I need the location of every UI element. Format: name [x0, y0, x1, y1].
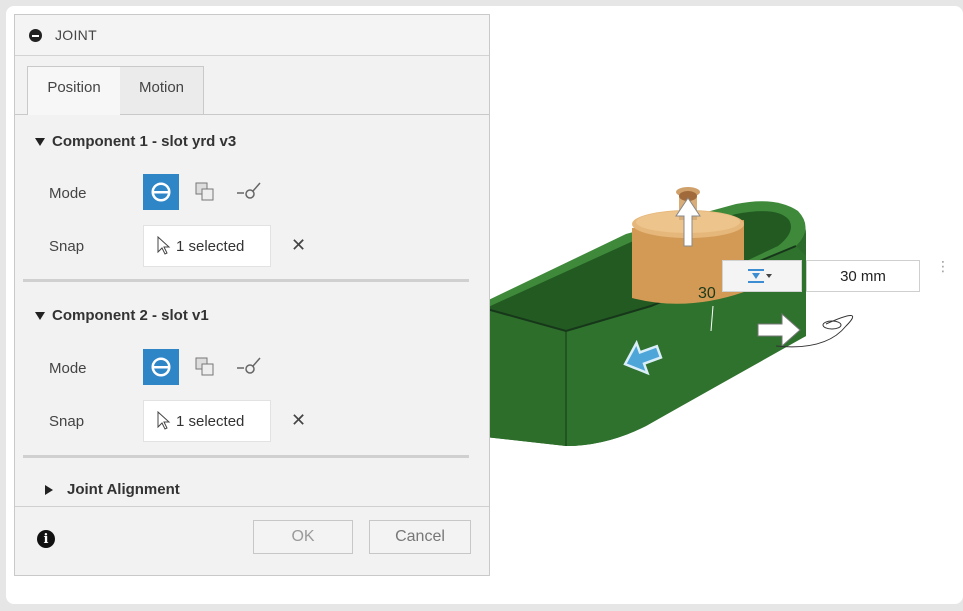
component2-snap-selection[interactable]: 1 selected	[143, 400, 271, 442]
dialog-footer: i OK Cancel	[15, 506, 489, 575]
component1-mode-buttons	[143, 174, 275, 210]
component2-mode-label: Mode	[49, 360, 87, 377]
edge-intersection-icon	[237, 357, 261, 374]
component2-snap-label: Snap	[49, 413, 85, 430]
cursor-arrow-icon	[157, 236, 171, 255]
tab-position[interactable]: Position	[27, 66, 121, 115]
section-divider	[23, 455, 469, 458]
dialog-title: JOINT	[55, 27, 97, 43]
component1-snap-selection[interactable]: 1 selected	[143, 225, 271, 267]
component1-title: Component 1 - slot yrd v3	[52, 133, 237, 150]
simple-mode-button[interactable]	[143, 174, 179, 210]
expand-down-icon	[35, 311, 45, 320]
cancel-button[interactable]: Cancel	[369, 520, 471, 554]
distance-value-input[interactable]: 30 mm	[806, 260, 920, 292]
component2-snap-value: 1 selected	[176, 412, 245, 430]
component1-snap-value: 1 selected	[176, 237, 245, 255]
component2-title: Component 2 - slot v1	[52, 307, 209, 324]
cursor-arrow-icon	[157, 411, 171, 430]
dimension-text: 30	[698, 285, 716, 302]
joint-alignment-title: Joint Alignment	[67, 481, 180, 498]
joint-dialog: JOINT Position Motion Component 1 - slot…	[14, 14, 490, 576]
simple-mode-button[interactable]	[143, 349, 179, 385]
tab-motion[interactable]: Motion	[120, 66, 204, 114]
dialog-header: JOINT	[15, 15, 489, 56]
between-two-faces-button[interactable]	[187, 174, 223, 210]
component1-mode-label: Mode	[49, 185, 87, 202]
between-two-faces-button[interactable]	[187, 349, 223, 385]
app-frame: 30 30 mm ⋮ JOINT Position Motion Compone…	[6, 6, 963, 604]
distance-manipulator: 30 mm ⋮	[722, 256, 962, 296]
component1-clear-icon[interactable]: ✕	[291, 235, 306, 256]
joint-alignment-header[interactable]: Joint Alignment	[35, 481, 180, 498]
expand-right-icon	[45, 484, 53, 495]
between-faces-icon	[195, 182, 214, 201]
two-edge-intersection-button[interactable]	[231, 349, 267, 385]
component2-header[interactable]: Component 2 - slot v1	[35, 307, 209, 324]
info-icon[interactable]: i	[37, 530, 55, 548]
tab-bar: Position Motion	[15, 56, 489, 115]
edge-intersection-icon	[237, 182, 261, 199]
two-edge-intersection-button[interactable]	[231, 174, 267, 210]
ok-button[interactable]: OK	[253, 520, 353, 554]
distance-icon	[748, 269, 772, 283]
component1-snap-label: Snap	[49, 238, 85, 255]
collapse-icon[interactable]	[29, 28, 42, 42]
chevron-down-icon	[766, 274, 772, 278]
expand-down-icon	[35, 137, 45, 146]
component2-clear-icon[interactable]: ✕	[291, 410, 306, 431]
component2-mode-buttons	[143, 349, 275, 385]
distance-type-dropdown[interactable]	[722, 260, 802, 292]
section-divider	[23, 279, 469, 282]
more-options-icon[interactable]: ⋮	[936, 259, 950, 273]
simple-snap-icon	[151, 357, 171, 377]
component1-header[interactable]: Component 1 - slot yrd v3	[35, 133, 236, 150]
between-faces-icon	[195, 357, 214, 376]
simple-snap-icon	[151, 182, 171, 202]
